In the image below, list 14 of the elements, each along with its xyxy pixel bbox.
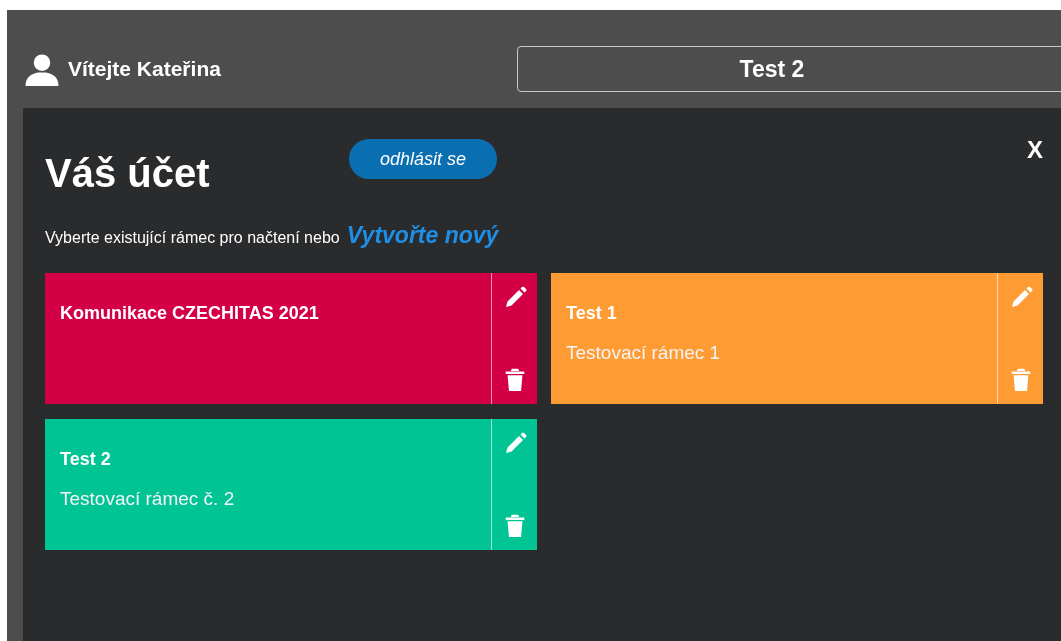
frame-name: Komunikace CZECHITAS 2021 [60,303,320,324]
intro-text: Vyberte existující rámec pro načtení nebo [45,229,340,247]
create-new-link[interactable]: Vytvořte nový [346,222,499,249]
frame-description: Testovací rámec č. 2 [60,488,236,510]
close-button[interactable]: X [1027,136,1043,164]
greeting-text: Vítejte Kateřina [68,57,221,81]
user-icon [24,52,60,86]
logout-button[interactable]: odhlásit se [349,139,497,179]
frame-description: Testovací rámec 1 [566,342,722,364]
frame-name: Test 1 [566,303,618,324]
frame-card[interactable]: Komunikace CZECHITAS 2021 [45,273,537,404]
panel-title: Váš účet [45,150,211,196]
frame-name: Test 2 [60,449,112,470]
current-frame-field[interactable]: Test 2 [517,46,1061,92]
